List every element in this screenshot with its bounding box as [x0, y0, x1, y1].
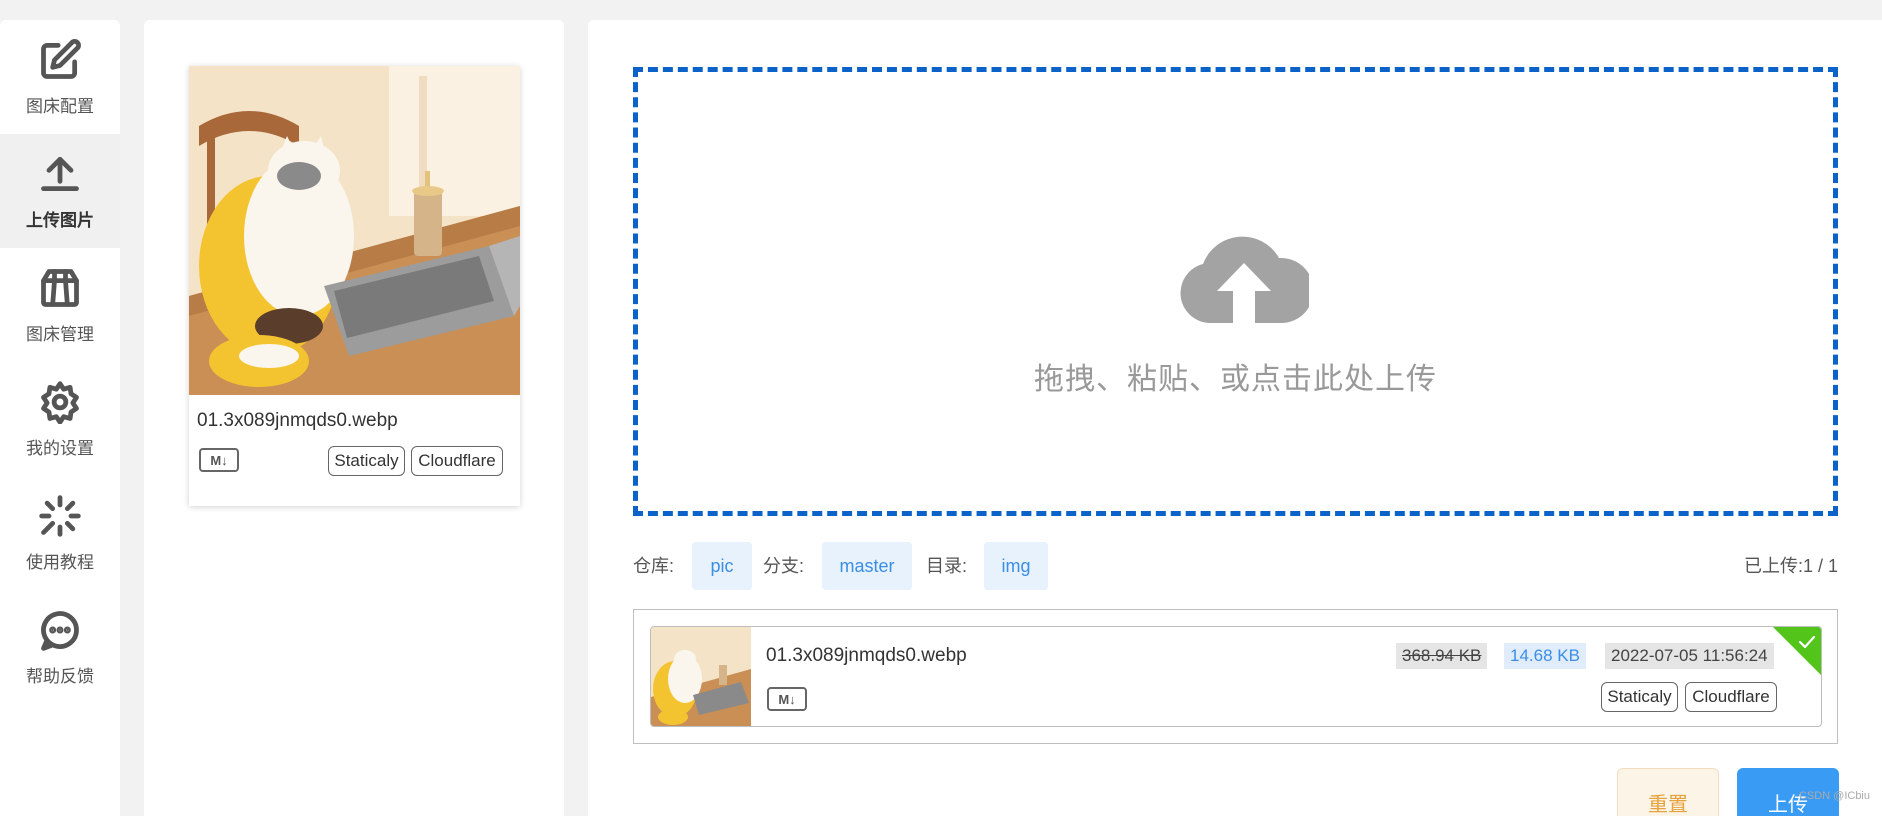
upload-icon: [41, 156, 79, 191]
upload-dropzone[interactable]: 拖拽、粘贴、或点击此处上传: [633, 67, 1838, 516]
sidebar-item-label: 帮助反馈: [26, 666, 94, 686]
sidebar-item-image-host-config[interactable]: 图床配置: [0, 20, 120, 134]
tag-cloudflare[interactable]: Cloudflare: [411, 446, 503, 476]
original-size: 368.94 KB: [1396, 643, 1488, 669]
uploaded-gallery: 01.3x089jnmqds0.webp M↓ Staticaly Cloudf…: [144, 20, 564, 816]
sparkle-icon: [39, 494, 81, 537]
upload-item-filename: 01.3x089jnmqds0.webp: [766, 645, 967, 666]
repo-select[interactable]: pic: [692, 542, 752, 590]
directory-select[interactable]: img: [984, 542, 1048, 590]
sidebar-item-label: 使用教程: [26, 552, 94, 572]
branch-select[interactable]: master: [822, 542, 912, 590]
tag-staticaly[interactable]: Staticaly: [328, 446, 405, 476]
chat-icon: [41, 610, 79, 651]
sidebar: 图床配置 上传图片 图床管理 我的设置 使用教程 帮助反馈: [0, 20, 120, 816]
success-check-icon: [1773, 627, 1821, 675]
repo-label: 仓库:: [633, 556, 675, 576]
sidebar-item-upload[interactable]: 上传图片: [0, 134, 120, 248]
tag-cloudflare[interactable]: Cloudflare: [1685, 682, 1777, 712]
directory-label: 目录:: [926, 556, 968, 576]
branch-label: 分支:: [763, 556, 805, 576]
upload-list-item[interactable]: 01.3x089jnmqds0.webp M↓ 368.94 KB 14.68 …: [650, 626, 1822, 727]
sidebar-item-image-host-manage[interactable]: 图床管理: [0, 248, 120, 362]
cloud-upload-icon: [1180, 236, 1309, 323]
sidebar-item-label: 我的设置: [26, 438, 94, 458]
sidebar-item-settings[interactable]: 我的设置: [0, 362, 120, 476]
sidebar-item-label: 图床配置: [26, 96, 94, 116]
compressed-size: 14.68 KB: [1504, 643, 1586, 669]
package-icon: [41, 268, 79, 307]
image-card[interactable]: 01.3x089jnmqds0.webp M↓ Staticaly Cloudf…: [189, 66, 520, 506]
sidebar-item-tutorial[interactable]: 使用教程: [0, 476, 120, 590]
markdown-copy-icon[interactable]: M↓: [199, 448, 239, 472]
markdown-copy-icon[interactable]: M↓: [767, 687, 807, 711]
upload-panel: 拖拽、粘贴、或点击此处上传 仓库: pic 分支: master 目录: img…: [588, 20, 1882, 816]
sidebar-item-feedback[interactable]: 帮助反馈: [0, 590, 120, 704]
dropzone-hint: 拖拽、粘贴、或点击此处上传: [1034, 363, 1437, 396]
upload-timestamp: 2022-07-05 11:56:24: [1605, 643, 1774, 669]
image-filename: 01.3x089jnmqds0.webp: [197, 410, 398, 431]
sidebar-item-label: 图床管理: [26, 324, 94, 344]
image-thumbnail[interactable]: [189, 66, 520, 395]
reset-button[interactable]: 重置: [1617, 768, 1719, 816]
tag-staticaly[interactable]: Staticaly: [1601, 682, 1678, 712]
uploaded-count: 已上传:1 / 1: [1743, 556, 1838, 576]
edit-icon: [41, 38, 81, 79]
gear-icon: [41, 380, 79, 424]
upload-list: 01.3x089jnmqds0.webp M↓ 368.94 KB 14.68 …: [633, 609, 1838, 744]
upload-item-thumbnail[interactable]: [651, 627, 751, 727]
sidebar-item-label: 上传图片: [26, 210, 94, 230]
watermark: CSDN @ICbiu: [1798, 790, 1870, 802]
